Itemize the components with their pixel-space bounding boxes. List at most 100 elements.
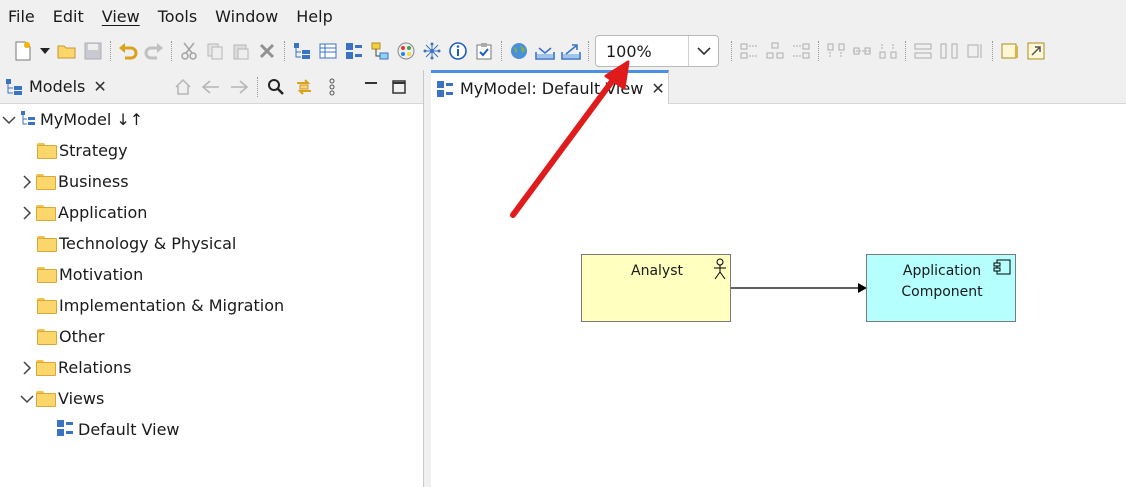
- tree-item-label: Relations: [58, 358, 132, 377]
- menu-file[interactable]: File: [0, 0, 44, 34]
- models-tab-label: Models: [29, 77, 86, 96]
- chevron-right-icon[interactable]: [18, 204, 36, 222]
- align-right-icon[interactable]: [790, 40, 812, 62]
- editor-tab-label: MyModel: Default View: [460, 79, 644, 98]
- align-middle-icon[interactable]: [851, 40, 873, 62]
- tree-item-business[interactable]: Business: [18, 166, 129, 197]
- tree-item-views[interactable]: Views: [18, 383, 104, 414]
- tab-default-view[interactable]: MyModel: Default View ✕: [431, 70, 669, 104]
- redo-icon[interactable]: [143, 40, 165, 62]
- chevron-right-icon[interactable]: [18, 359, 36, 377]
- save-icon[interactable]: [82, 40, 104, 62]
- validator-icon[interactable]: [473, 40, 495, 62]
- back-icon[interactable]: [200, 76, 222, 98]
- tab-models[interactable]: Models ✕: [0, 70, 107, 104]
- dropdown-icon[interactable]: [38, 40, 52, 62]
- tree-item-strategy[interactable]: Strategy: [37, 135, 128, 166]
- default-size-icon[interactable]: [964, 40, 986, 62]
- tree-item-label: Business: [58, 172, 129, 191]
- maximize-icon[interactable]: [388, 76, 410, 98]
- toolbar-separator: [110, 41, 111, 61]
- model-tree-icon[interactable]: [291, 40, 313, 62]
- align-top-icon[interactable]: [825, 40, 847, 62]
- application-component-icon: [992, 258, 1012, 280]
- forward-icon[interactable]: [228, 76, 250, 98]
- chevron-down-icon[interactable]: [18, 390, 36, 408]
- toolbar-separator: [257, 76, 258, 97]
- folder-icon: [36, 390, 56, 407]
- models-panel: Models ✕ MyModel ↓↑ Strategy Business Ap…: [0, 70, 424, 487]
- tree-item-label: Other: [59, 327, 105, 346]
- visualiser-icon[interactable]: [421, 40, 443, 62]
- tree-item-label: Views: [58, 389, 105, 408]
- navigator-icon[interactable]: [369, 40, 391, 62]
- export-icon[interactable]: [560, 40, 582, 62]
- align-bottom-icon[interactable]: [877, 40, 899, 62]
- tree-item-label: Motivation: [59, 265, 144, 284]
- align-left-icon[interactable]: [738, 40, 760, 62]
- close-icon[interactable]: ✕: [651, 79, 664, 98]
- undo-icon[interactable]: [117, 40, 139, 62]
- toolbar-separator: [905, 41, 906, 61]
- minimize-icon[interactable]: [360, 76, 382, 98]
- properties-pane-icon[interactable]: [999, 40, 1021, 62]
- menu-edit[interactable]: Edit: [44, 0, 93, 34]
- maximize-icon[interactable]: [1025, 40, 1047, 62]
- diagram-canvas[interactable]: Analyst Application Component: [431, 104, 1126, 487]
- tree-item-mymodel[interactable]: MyModel ↓↑: [0, 104, 143, 135]
- models-panel-tools: [169, 76, 423, 98]
- outline-icon[interactable]: [343, 40, 365, 62]
- sync-icon[interactable]: [293, 76, 315, 98]
- tree-item-technology[interactable]: Technology & Physical: [37, 228, 236, 259]
- folder-icon: [36, 359, 56, 376]
- match-height-icon[interactable]: [938, 40, 960, 62]
- menu-window[interactable]: Window: [206, 0, 287, 34]
- toolbar-separator: [284, 41, 285, 61]
- tree-item-label: Implementation & Migration: [59, 296, 285, 315]
- chevron-down-icon[interactable]: [688, 36, 718, 66]
- import-icon[interactable]: [534, 40, 556, 62]
- tree-item-implementation[interactable]: Implementation & Migration: [37, 290, 284, 321]
- relationship-connection[interactable]: [431, 104, 1126, 487]
- view-menu-icon[interactable]: [321, 76, 343, 98]
- folder-icon: [37, 142, 57, 159]
- tree-item-relations[interactable]: Relations: [18, 352, 131, 383]
- home-icon[interactable]: [172, 76, 194, 98]
- element-analyst[interactable]: Analyst: [581, 254, 731, 322]
- align-center-icon[interactable]: [764, 40, 786, 62]
- toolbar-separator: [501, 41, 502, 61]
- paste-icon[interactable]: [230, 40, 252, 62]
- toolbar-separator: [992, 41, 993, 61]
- properties-icon[interactable]: [317, 40, 339, 62]
- folder-icon: [37, 266, 57, 283]
- close-icon[interactable]: ✕: [93, 77, 106, 96]
- toolbar-separator: [818, 41, 819, 61]
- cut-icon[interactable]: [178, 40, 200, 62]
- menu-help[interactable]: Help: [287, 0, 341, 34]
- tree-item-motivation[interactable]: Motivation: [37, 259, 143, 290]
- zoom-value[interactable]: 100%: [596, 42, 688, 61]
- info-icon[interactable]: [447, 40, 469, 62]
- open-folder-icon[interactable]: [56, 40, 78, 62]
- tree-item-label: Default View: [78, 420, 180, 439]
- chevron-down-icon[interactable]: [0, 111, 18, 129]
- tree-item-other[interactable]: Other: [37, 321, 104, 352]
- toolbar-separator: [171, 41, 172, 61]
- palette-icon[interactable]: [395, 40, 417, 62]
- menu-tools[interactable]: Tools: [149, 0, 206, 34]
- web-browser-icon[interactable]: [508, 40, 530, 62]
- chevron-right-icon[interactable]: [18, 173, 36, 191]
- copy-icon[interactable]: [204, 40, 226, 62]
- zoom-combo[interactable]: 100%: [595, 35, 719, 67]
- tree-item-application[interactable]: Application: [18, 197, 147, 228]
- new-icon[interactable]: [12, 40, 34, 62]
- diagram-view-icon: [56, 419, 74, 441]
- folder-icon: [37, 235, 57, 252]
- match-width-icon[interactable]: [912, 40, 934, 62]
- element-application-component[interactable]: Application Component: [866, 254, 1016, 322]
- business-actor-icon: [713, 258, 727, 284]
- menu-view[interactable]: View: [93, 0, 149, 34]
- delete-icon[interactable]: [256, 40, 278, 62]
- search-icon[interactable]: [265, 76, 287, 98]
- tree-item-default-view[interactable]: Default View: [56, 414, 180, 445]
